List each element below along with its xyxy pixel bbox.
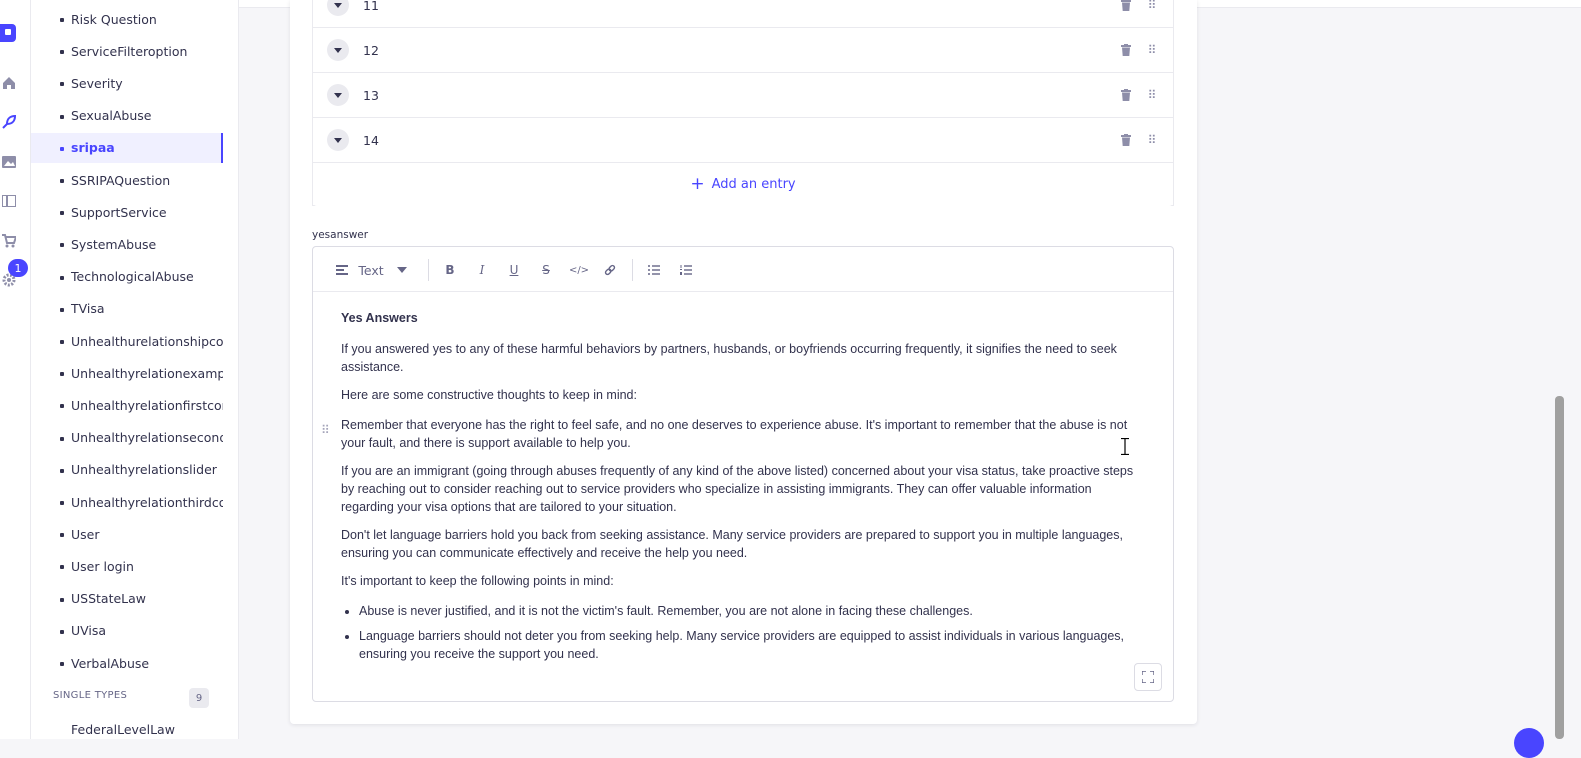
content-paragraph: Here are some constructive thoughts to k… <box>341 388 637 402</box>
home-icon[interactable] <box>0 74 18 92</box>
page-scroll-thumb[interactable] <box>1555 396 1564 739</box>
nav-item-verbalabuse[interactable]: VerbalAbuse <box>31 648 223 678</box>
link-icon[interactable] <box>602 261 618 279</box>
editor-content[interactable]: Yes Answers If you answered yes to any o… <box>341 309 1141 670</box>
edit-view-card: 11 ⠿ 12 ⠿ 13 ⠿ 14 ⠿ + Add an entry yesanswer Te… <box>290 0 1197 724</box>
single-types-count-badge: 9 <box>189 688 209 708</box>
expand-icon <box>1142 671 1154 683</box>
rich-text-editor[interactable]: Text B I U S </> Yes Answers If you answ… <box>312 246 1174 702</box>
media-library-icon[interactable] <box>0 153 18 171</box>
settings-notification-badge: 1 <box>8 259 28 277</box>
numbered-list-icon[interactable] <box>678 261 694 279</box>
underline-icon[interactable]: U <box>506 261 522 279</box>
content-type-builder-icon[interactable] <box>0 192 18 210</box>
add-entry-button[interactable]: + Add an entry <box>313 163 1173 206</box>
yesanswer-field-label: yesanswer <box>312 229 369 241</box>
trash-icon[interactable] <box>1120 88 1132 102</box>
plus-icon: + <box>690 174 705 194</box>
repeatable-entry-row[interactable]: 11 ⠿ <box>313 0 1173 28</box>
entry-label: 12 <box>363 42 379 58</box>
single-types-title[interactable]: SINGLE TYPES <box>53 690 127 701</box>
content-paragraph: It's important to keep the following poi… <box>341 574 614 588</box>
marketplace-cart-icon[interactable] <box>0 232 18 250</box>
nav-item-unhealthyrelationthirdco[interactable]: Unhealthyrelationthirdco... <box>31 487 223 517</box>
block-drag-handle-icon[interactable]: ⠿ <box>321 423 330 437</box>
content-manager-icon[interactable] <box>0 113 18 131</box>
drag-handle-icon[interactable]: ⠿ <box>1146 133 1158 147</box>
expand-entry-chevron-icon[interactable] <box>327 84 349 106</box>
text-cursor-icon <box>1121 438 1129 455</box>
nav-item-systemabuse[interactable]: SystemAbuse <box>31 229 223 259</box>
nav-item-unhealthurelationshipcon[interactable]: Unhealthurelationshipcon... <box>31 326 223 356</box>
collection-types-nav: Risk Question ServiceFilteroption Severity… <box>31 0 239 739</box>
nav-item-sripaa[interactable]: sripaa <box>31 132 223 163</box>
nav-item-risk-question[interactable]: Risk Question <box>31 4 223 34</box>
nav-item-servicefilteroption[interactable]: ServiceFilteroption <box>31 36 223 66</box>
main-nav-rail: 1 <box>0 0 31 739</box>
nav-item-user[interactable]: User <box>31 519 223 549</box>
code-icon[interactable]: </> <box>569 261 589 279</box>
nav-item-unhealthyrelationexample[interactable]: Unhealthyrelationexample <box>31 358 223 388</box>
content-paragraph: Don't let language barriers hold you bac… <box>341 528 1123 560</box>
expand-entry-chevron-icon[interactable] <box>327 39 349 61</box>
nav-item-unhealthyrelationslider[interactable]: Unhealthyrelationslider <box>31 455 223 485</box>
nav-item-unhealthyrelationsecond[interactable]: Unhealthyrelationsecond... <box>31 423 223 453</box>
list-item: Language barriers should not deter you f… <box>359 627 1141 663</box>
app-logo[interactable] <box>0 24 16 42</box>
nav-item-technologicalabuse[interactable]: TechnologicalAbuse <box>31 262 223 292</box>
chevron-down-icon[interactable] <box>395 261 409 279</box>
nav-item-sexualabuse[interactable]: SexualAbuse <box>31 101 223 131</box>
content-bullet-list: Abuse is never justified, and it is not … <box>359 602 1141 663</box>
content-paragraph: Remember that everyone has the right to … <box>341 418 1128 450</box>
entry-label: 11 <box>363 0 379 13</box>
strikethrough-icon[interactable]: S <box>538 261 554 279</box>
block-type-select[interactable]: Text <box>358 261 383 279</box>
nav-item-usstatelaw[interactable]: USStateLaw <box>31 584 223 614</box>
editor-toolbar: Text B I U S </> <box>313 247 1173 292</box>
expand-entry-chevron-icon[interactable] <box>327 0 349 16</box>
expand-fullscreen-button[interactable] <box>1134 663 1162 691</box>
bold-icon[interactable]: B <box>442 261 458 279</box>
bulleted-list-icon[interactable] <box>646 261 662 279</box>
trash-icon[interactable] <box>1120 133 1132 147</box>
drag-handle-icon[interactable]: ⠿ <box>1146 0 1158 12</box>
repeatable-component: 11 ⠿ 12 ⠿ 13 ⠿ 14 ⠿ + Add an entry <box>312 0 1174 206</box>
repeatable-entry-row[interactable]: 14 ⠿ <box>313 118 1173 163</box>
nav-item-uvisa[interactable]: UVisa <box>31 616 223 646</box>
nav-item-federallevellaw[interactable]: FederalLevelLaw <box>71 722 175 737</box>
trash-icon[interactable] <box>1120 0 1132 12</box>
trash-icon[interactable] <box>1120 43 1132 57</box>
list-item: Abuse is never justified, and it is not … <box>359 602 1141 620</box>
toolbar-divider <box>632 259 633 281</box>
paragraph-align-icon <box>335 261 349 279</box>
nav-item-user-login[interactable]: User login <box>31 551 223 581</box>
nav-item-supportservice[interactable]: SupportService <box>31 197 223 227</box>
entry-label: 13 <box>363 87 379 103</box>
content-paragraph: If you answered yes to any of these harm… <box>341 342 1117 374</box>
entry-label: 14 <box>363 132 379 148</box>
drag-handle-icon[interactable]: ⠿ <box>1146 88 1158 102</box>
nav-item-ssripaquestion[interactable]: SSRIPAQuestion <box>31 165 223 195</box>
help-button[interactable] <box>1514 728 1544 758</box>
italic-icon[interactable]: I <box>474 261 490 279</box>
nav-item-unhealthyrelationfirstcon[interactable]: Unhealthyrelationfirstcon... <box>31 390 223 420</box>
expand-entry-chevron-icon[interactable] <box>327 129 349 151</box>
nav-item-tvisa[interactable]: TVisa <box>31 294 223 324</box>
nav-item-severity[interactable]: Severity <box>31 68 223 98</box>
repeatable-entry-row[interactable]: 13 ⠿ <box>313 73 1173 118</box>
content-heading: Yes Answers <box>341 311 418 325</box>
drag-handle-icon[interactable]: ⠿ <box>1146 43 1158 57</box>
add-entry-label: Add an entry <box>711 177 796 192</box>
repeatable-entry-row[interactable]: 12 ⠿ <box>313 28 1173 73</box>
toolbar-divider <box>428 259 429 281</box>
content-paragraph: If you are an immigrant (going through a… <box>341 464 1134 514</box>
